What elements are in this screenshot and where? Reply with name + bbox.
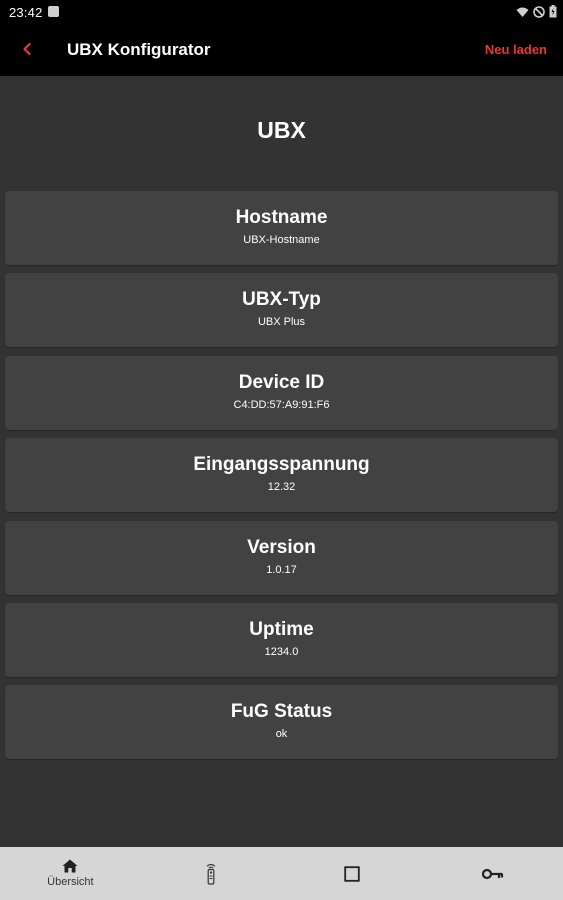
reload-button[interactable]: Neu laden	[485, 42, 547, 57]
nav-item-remote[interactable]	[141, 847, 282, 900]
info-card-fug-status: FuG Status ok	[5, 685, 558, 760]
device-title: UBX	[257, 117, 306, 143]
info-list: Hostname UBX-Hostname UBX-Typ UBX Plus D…	[5, 191, 558, 768]
status-time: 23:42	[9, 5, 43, 20]
info-label: Device ID	[238, 371, 325, 393]
info-card-ubx-type: UBX-Typ UBX Plus	[5, 273, 558, 348]
nav-item-square[interactable]	[282, 847, 423, 900]
info-value: UBX Plus	[257, 316, 306, 329]
key-icon	[481, 868, 504, 880]
do-not-disturb-icon	[533, 5, 545, 18]
square-icon	[344, 865, 360, 882]
notification-icon	[48, 6, 59, 17]
status-icons	[516, 5, 557, 18]
app-title: UBX Konfigurator	[67, 40, 211, 59]
home-icon	[62, 859, 78, 873]
wifi-icon	[516, 6, 529, 18]
bottom-nav: Übersicht	[0, 847, 563, 900]
info-card-version: Version 1.0.17	[5, 520, 558, 595]
info-card-uptime: Uptime 1234.0	[5, 602, 558, 677]
info-value: 12.32	[267, 481, 296, 494]
info-label: Version	[247, 536, 316, 558]
info-card-device-id: Device ID C4:DD:57:A9:91:F6	[5, 355, 558, 430]
info-label: FuG Status	[230, 701, 333, 723]
info-value: 1234.0	[264, 645, 299, 658]
info-label: Uptime	[249, 618, 314, 640]
nav-item-overview[interactable]: Übersicht	[0, 847, 141, 900]
info-label: Hostname	[235, 207, 328, 228]
info-value: UBX-Hostname	[243, 234, 320, 246]
info-card-input-voltage: Eingangsspannung 12.32	[5, 438, 558, 513]
nav-label-overview: Übersicht	[47, 876, 94, 888]
info-label: Eingangsspannung	[193, 454, 370, 476]
back-button[interactable]	[14, 38, 40, 64]
info-value: 1.0.17	[266, 563, 297, 576]
app-bar: UBX Konfigurator Neu laden	[0, 26, 563, 76]
info-card-hostname: Hostname UBX-Hostname	[5, 191, 558, 265]
chevron-left-icon	[21, 42, 33, 61]
status-bar: 23:42	[0, 0, 563, 26]
nav-item-key[interactable]	[422, 847, 563, 900]
info-value: C4:DD:57:A9:91:F6	[233, 398, 330, 411]
battery-icon	[549, 5, 557, 18]
info-label: UBX-Typ	[242, 289, 321, 311]
remote-icon	[205, 863, 217, 885]
info-value: ok	[275, 728, 288, 741]
